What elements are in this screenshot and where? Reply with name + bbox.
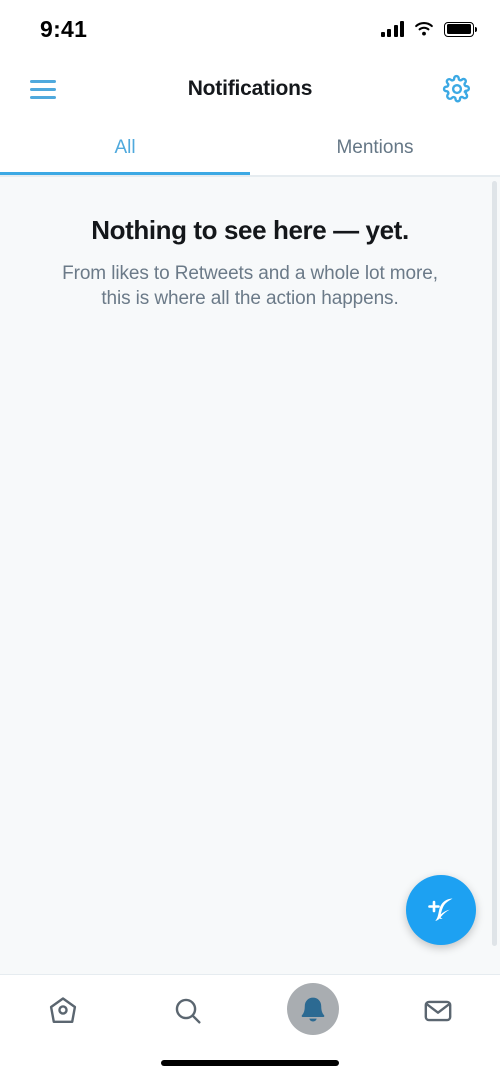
status-bar-time: 9:41 [40,15,88,42]
empty-state-subtitle: From likes to Retweets and a whole lot m… [26,262,474,311]
tab-mentions[interactable]: Mentions [250,120,500,176]
tab-all[interactable]: All [0,120,250,176]
hamburger-menu-icon[interactable] [24,70,62,108]
nav-item-notifications[interactable] [250,975,375,1046]
status-bar-icons [380,21,477,37]
empty-state-subtitle-line2: this is where all the action happens. [101,287,399,309]
notifications-tabs: All Mentions [0,120,500,176]
empty-state-title: Nothing to see here — yet. [91,215,409,245]
nav-item-home[interactable] [0,975,125,1046]
page-title: Notifications [187,77,313,100]
envelope-icon [424,1000,451,1021]
status-bar: 9:41 [0,0,500,58]
bottom-navigation [0,974,500,1046]
app-screen: 9:41 Notifications All Mentions Nothing … [0,0,500,1080]
nav-item-search[interactable] [125,975,250,1046]
nav-item-messages[interactable] [375,975,500,1046]
compose-tweet-button[interactable] [406,875,476,945]
battery-full-icon [444,21,477,37]
wifi-icon [415,22,433,36]
notifications-content: Nothing to see here — yet. From likes to… [0,176,500,974]
bell-icon [301,997,324,1021]
home-indicator-bar[interactable] [161,1060,339,1066]
compose-feather-plus-icon [428,898,453,921]
gear-icon[interactable] [438,70,476,108]
search-magnifier-icon [175,998,201,1024]
vertical-scrollbar[interactable] [492,181,497,946]
app-header: Notifications [0,58,500,120]
empty-state-subtitle-line1: From likes to Retweets and a whole lot m… [62,263,438,285]
home-indicator-area [0,1046,500,1080]
home-birdhouse-icon [49,996,76,1023]
empty-state: Nothing to see here — yet. From likes to… [0,177,500,312]
cellular-signal-icon [380,21,404,37]
